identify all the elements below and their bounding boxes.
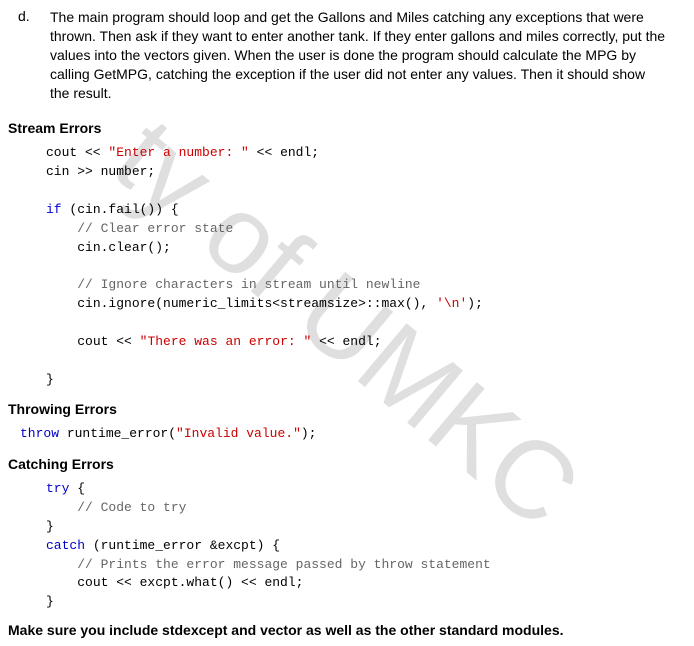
section-throwing-errors-title: Throwing Errors (8, 401, 686, 417)
code-text: } (46, 519, 54, 534)
code-text: ); (467, 296, 483, 311)
code-text: << endl; (249, 145, 319, 160)
code-string: "Enter a number: " (108, 145, 248, 160)
document-content: d. The main program should loop and get … (8, 8, 686, 638)
section-stream-errors-title: Stream Errors (8, 120, 686, 136)
code-keyword: throw (20, 426, 59, 441)
code-text: { (69, 481, 85, 496)
code-throwing-errors: throw runtime_error("Invalid value."); (8, 425, 686, 444)
code-comment: // Clear error state (77, 221, 233, 236)
footer-note: Make sure you include stdexcept and vect… (8, 622, 686, 638)
code-text: cin.ignore(numeric_limits<streamsize>::m… (77, 296, 436, 311)
section-catching-errors-title: Catching Errors (8, 456, 686, 472)
item-letter: d. (8, 8, 50, 102)
code-text: cout << excpt.what() << endl; (77, 575, 303, 590)
code-string: '\n' (436, 296, 467, 311)
code-text: << endl; (311, 334, 381, 349)
list-item-d: d. The main program should loop and get … (8, 8, 686, 102)
code-comment: // Prints the error message passed by th… (77, 557, 490, 572)
code-text: (cin.fail()) { (62, 202, 179, 217)
code-text: cout << (46, 145, 108, 160)
code-text: cin.clear(); (77, 240, 171, 255)
code-string: "There was an error: " (140, 334, 312, 349)
code-keyword: if (46, 202, 62, 217)
code-keyword: try (46, 481, 69, 496)
code-string: "Invalid value." (176, 426, 301, 441)
code-text: runtime_error( (59, 426, 176, 441)
code-text: } (46, 594, 54, 609)
code-stream-errors: cout << "Enter a number: " << endl; cin … (8, 144, 686, 389)
code-catching-errors: try { // Code to try } catch (runtime_er… (8, 480, 686, 612)
code-comment: // Ignore characters in stream until new… (77, 277, 420, 292)
code-keyword: catch (46, 538, 85, 553)
code-text: } (46, 372, 54, 387)
code-text: cin >> number; (46, 164, 155, 179)
code-text: ); (301, 426, 317, 441)
code-comment: // Code to try (77, 500, 186, 515)
code-text: cout << (77, 334, 139, 349)
item-text: The main program should loop and get the… (50, 8, 686, 102)
code-text: (runtime_error &excpt) { (85, 538, 280, 553)
